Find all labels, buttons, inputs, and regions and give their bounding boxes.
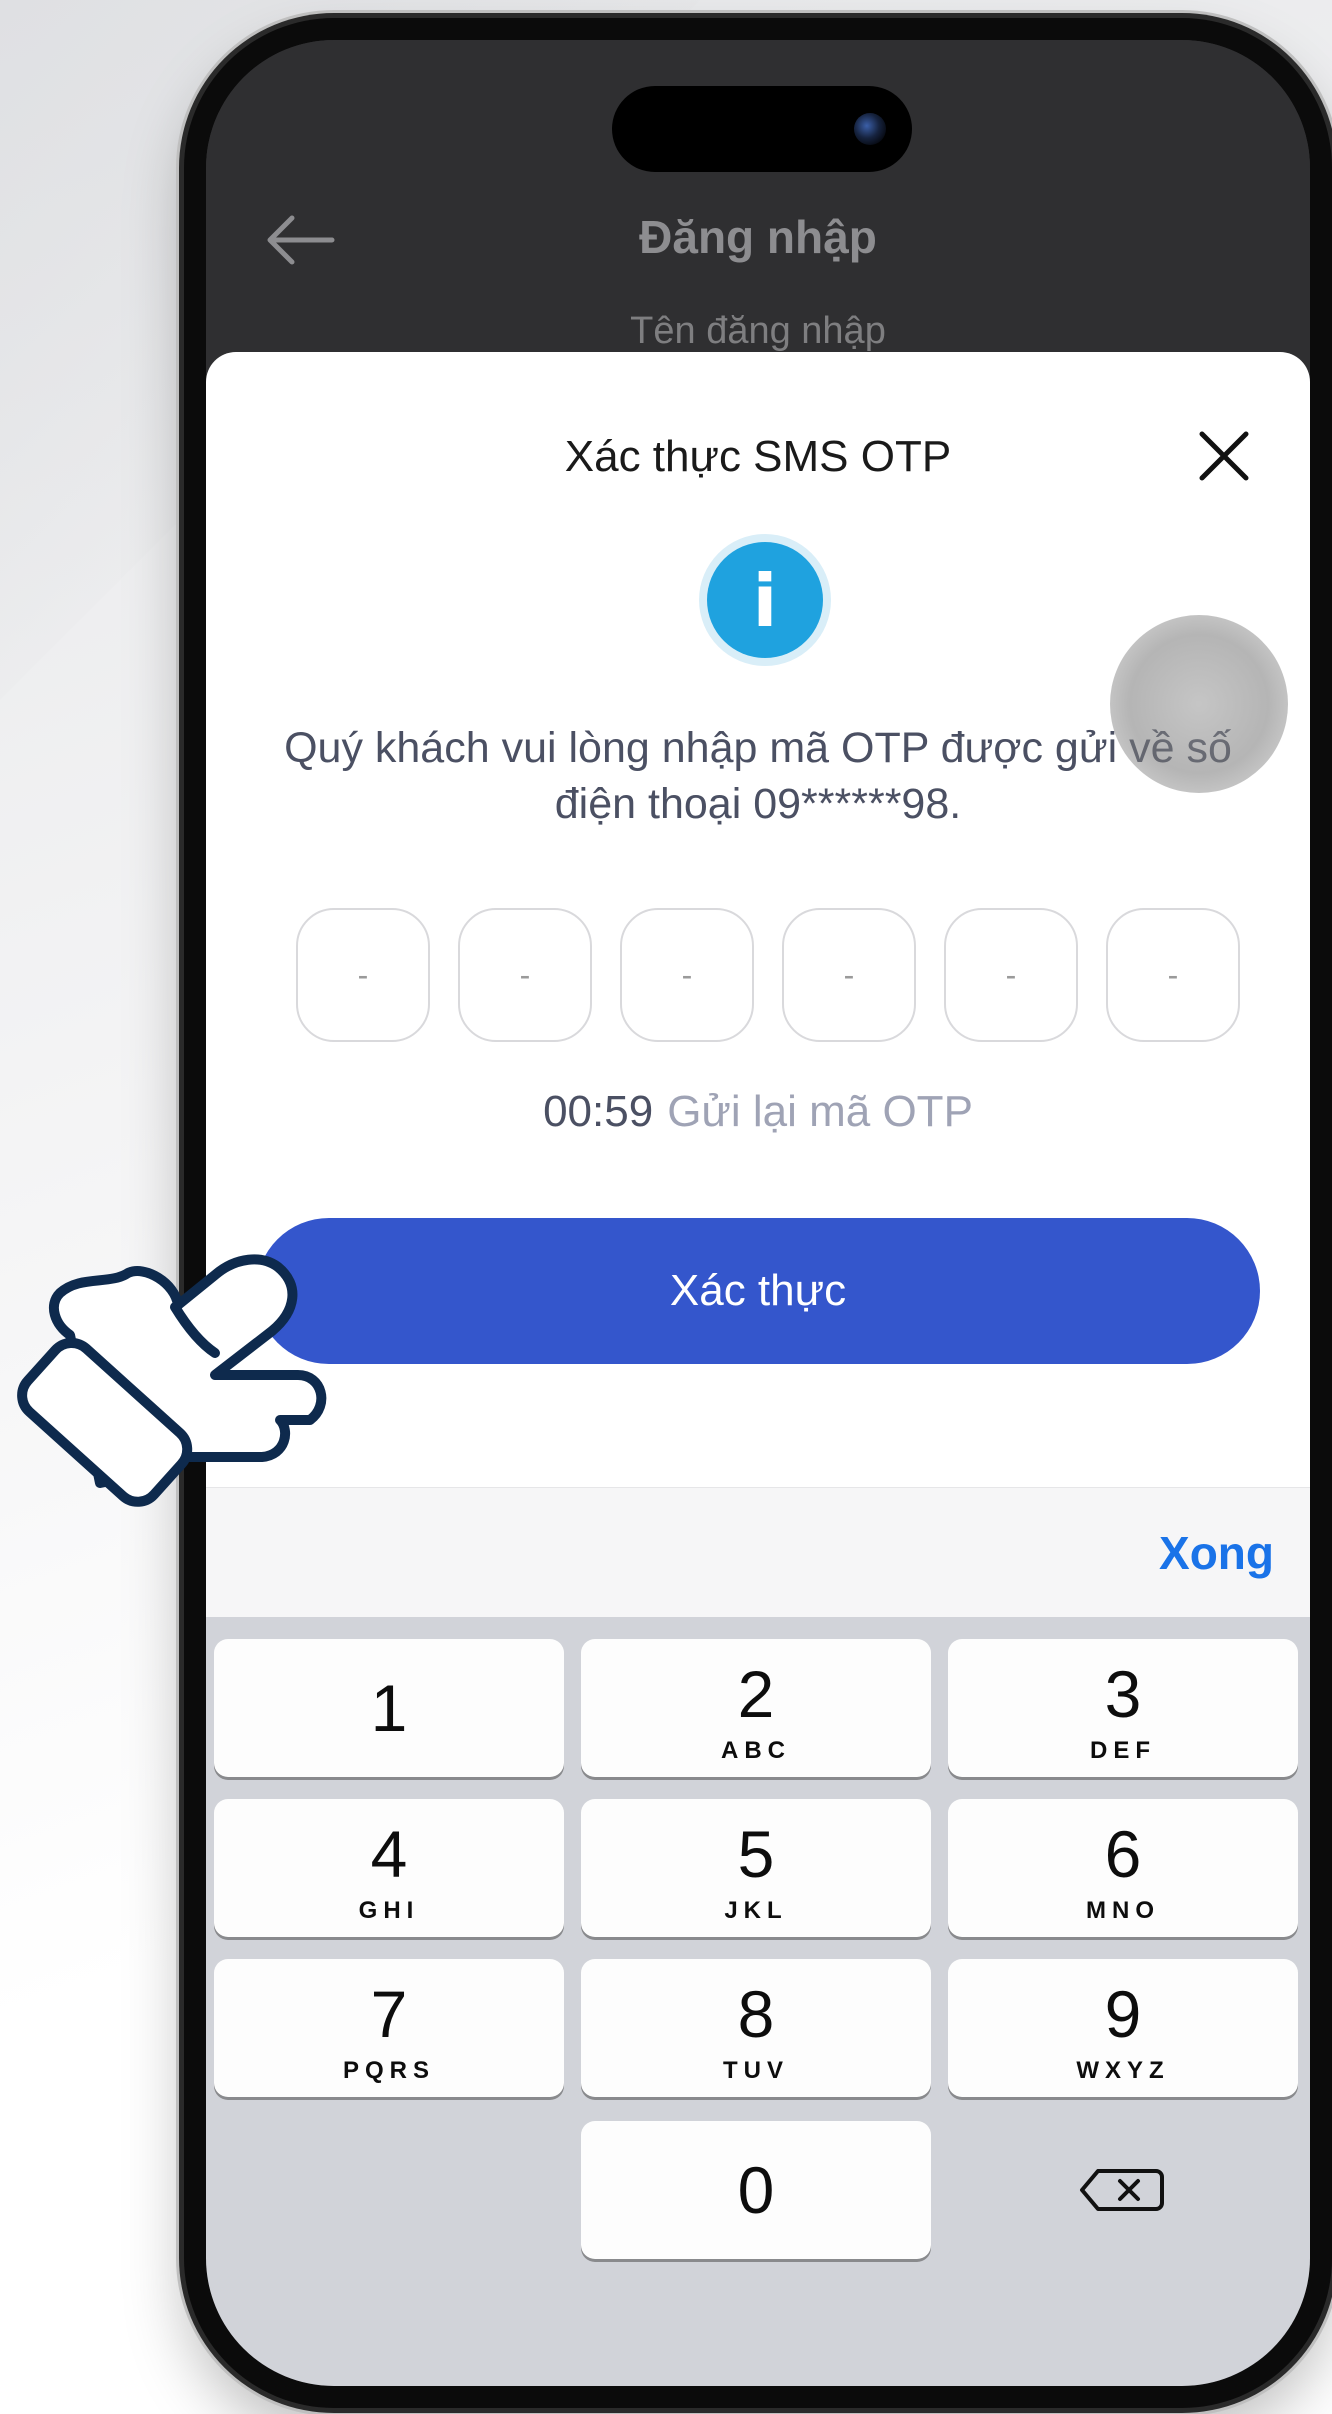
delete-key[interactable] <box>948 2121 1298 2259</box>
countdown-timer: 00:59 <box>543 1087 654 1136</box>
otp-digit-field[interactable]: - <box>458 908 592 1042</box>
key-5[interactable]: 5 JKL <box>581 1799 931 1937</box>
camera-icon <box>854 113 886 145</box>
key-number: 2 <box>737 1657 775 1731</box>
phone-screen: Đăng nhập Tên đăng nhập Xác thực SMS OTP… <box>206 40 1310 2386</box>
key-0[interactable]: 0 <box>581 2121 931 2259</box>
key-number: 0 <box>737 2153 775 2227</box>
key-3[interactable]: 3 DEF <box>948 1639 1298 1777</box>
info-icon: i <box>707 542 823 658</box>
close-icon[interactable] <box>1198 430 1250 482</box>
key-letters: TUV <box>723 2057 789 2084</box>
numeric-keypad: 1 2 ABC 3 DEF 4 GHI 5 JKL 6 MNO 7 PQRS 8… <box>206 1617 1310 2386</box>
otp-digit-field[interactable]: - <box>620 908 754 1042</box>
key-letters: DEF <box>1090 1737 1156 1764</box>
key-number: 6 <box>1104 1817 1142 1891</box>
username-label: Tên đăng nhập <box>630 310 886 352</box>
key-number: 5 <box>737 1817 775 1891</box>
key-9[interactable]: 9 WXYZ <box>948 1959 1298 2097</box>
key-2[interactable]: 2 ABC <box>581 1639 931 1777</box>
key-7[interactable]: 7 PQRS <box>214 1959 564 2097</box>
key-letters: GHI <box>358 1897 420 1924</box>
key-number: 3 <box>1104 1657 1142 1731</box>
key-number: 7 <box>370 1977 408 2051</box>
dynamic-island <box>612 86 912 172</box>
key-1[interactable]: 1 <box>214 1639 564 1777</box>
key-4[interactable]: 4 GHI <box>214 1799 564 1937</box>
otp-digit-field[interactable]: - <box>782 908 916 1042</box>
key-letters: JKL <box>724 1897 788 1924</box>
key-8[interactable]: 8 TUV <box>581 1959 931 2097</box>
phone-frame: Đăng nhập Tên đăng nhập Xác thực SMS OTP… <box>184 18 1332 2408</box>
otp-digit-field[interactable]: - <box>1106 908 1240 1042</box>
key-number: 4 <box>370 1817 408 1891</box>
verify-button[interactable]: Xác thực <box>256 1218 1260 1364</box>
key-letters: WXYZ <box>1076 2057 1170 2084</box>
key-letters: ABC <box>721 1737 791 1764</box>
otp-input-group: - - - - - - <box>296 908 1240 1042</box>
key-number: 8 <box>737 1977 775 2051</box>
resend-row: 00:59 Gửi lại mã OTP <box>206 1087 1310 1137</box>
otp-digit-field[interactable]: - <box>296 908 430 1042</box>
key-letters: PQRS <box>342 2057 435 2084</box>
key-letters: MNO <box>1086 1897 1160 1924</box>
otp-digit-field[interactable]: - <box>944 908 1078 1042</box>
key-6[interactable]: 6 MNO <box>948 1799 1298 1937</box>
done-button[interactable]: Xong <box>1159 1526 1274 1580</box>
touch-indicator <box>1110 615 1288 793</box>
key-number: 9 <box>1104 1977 1142 2051</box>
pointing-hand-icon <box>17 1254 327 1507</box>
sheet-title: Xác thực SMS OTP <box>564 432 952 481</box>
backspace-icon <box>1080 2169 1164 2211</box>
key-number: 1 <box>370 1671 408 1745</box>
resend-otp-link[interactable]: Gửi lại mã OTP <box>667 1087 973 1136</box>
page-title: Đăng nhập <box>639 211 877 263</box>
